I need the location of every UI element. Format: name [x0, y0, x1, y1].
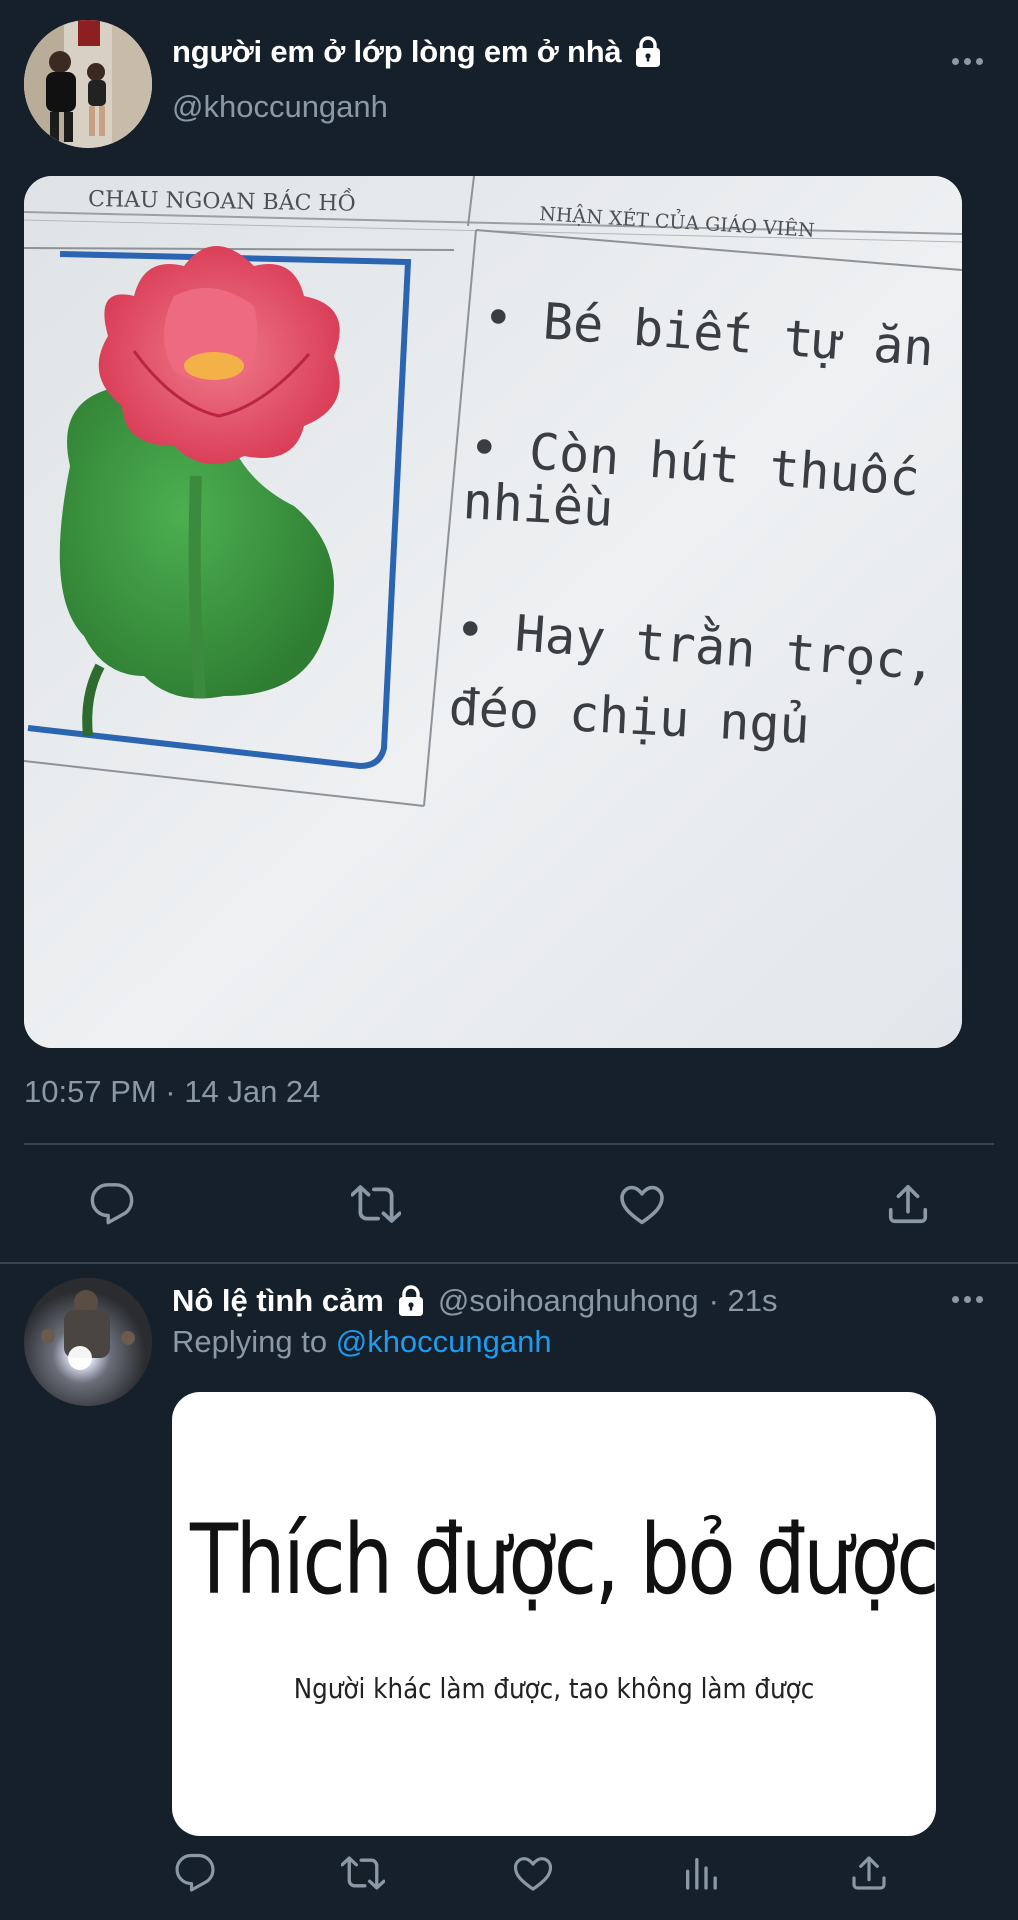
- reply-handle[interactable]: @soihoanghuhong: [438, 1283, 699, 1319]
- tweet-timestamp[interactable]: 10:57 PM · 14 Jan 24: [24, 1074, 320, 1110]
- card-subtitle: Người khác làm được, tao không làm được: [293, 1672, 815, 1705]
- divider: [24, 1143, 994, 1145]
- reply-icon[interactable]: [170, 1848, 220, 1898]
- image-line-2b: nhiều: [461, 472, 614, 538]
- share-icon[interactable]: [880, 1176, 936, 1232]
- author-display-name: người em ở lớp lòng em ở nhà: [172, 34, 622, 69]
- reply-time[interactable]: · 21s: [709, 1283, 778, 1319]
- more-options-icon[interactable]: [952, 1296, 983, 1303]
- reply-image[interactable]: Thích được, bỏ được Người khác làm được,…: [172, 1392, 936, 1836]
- reply-icon[interactable]: [84, 1176, 140, 1232]
- replying-prefix: Replying to: [172, 1324, 328, 1359]
- retweet-icon[interactable]: [338, 1848, 388, 1898]
- author-avatar[interactable]: [24, 20, 152, 148]
- lock-icon: [394, 1284, 428, 1318]
- reply-display-name[interactable]: Nô lệ tình cảm: [172, 1283, 384, 1319]
- card-title: Thích được, bỏ được: [190, 1504, 936, 1616]
- replying-to: Replying to @khoccunganh: [172, 1324, 552, 1360]
- replying-mention[interactable]: @khoccunganh: [336, 1324, 552, 1359]
- reply-author-avatar[interactable]: [24, 1278, 152, 1406]
- lock-icon: [631, 35, 665, 69]
- like-icon[interactable]: [614, 1176, 670, 1232]
- retweet-icon[interactable]: [348, 1176, 404, 1232]
- reply-header: Nô lệ tình cảm @soihoanghuhong · 21s: [172, 1283, 778, 1319]
- author-handle[interactable]: @khoccunganh: [172, 89, 388, 125]
- more-options-icon[interactable]: [952, 58, 983, 65]
- author-name[interactable]: người em ở lớp lòng em ở nhà: [172, 34, 665, 70]
- share-icon[interactable]: [844, 1848, 894, 1898]
- like-icon[interactable]: [508, 1848, 558, 1898]
- divider: [0, 1262, 1018, 1264]
- analytics-icon[interactable]: [676, 1848, 726, 1898]
- tweet-image[interactable]: CHAU NGOAN BÁC HỒ NHẬN XÉT CỦA GIÁO VIÊN…: [24, 176, 962, 1048]
